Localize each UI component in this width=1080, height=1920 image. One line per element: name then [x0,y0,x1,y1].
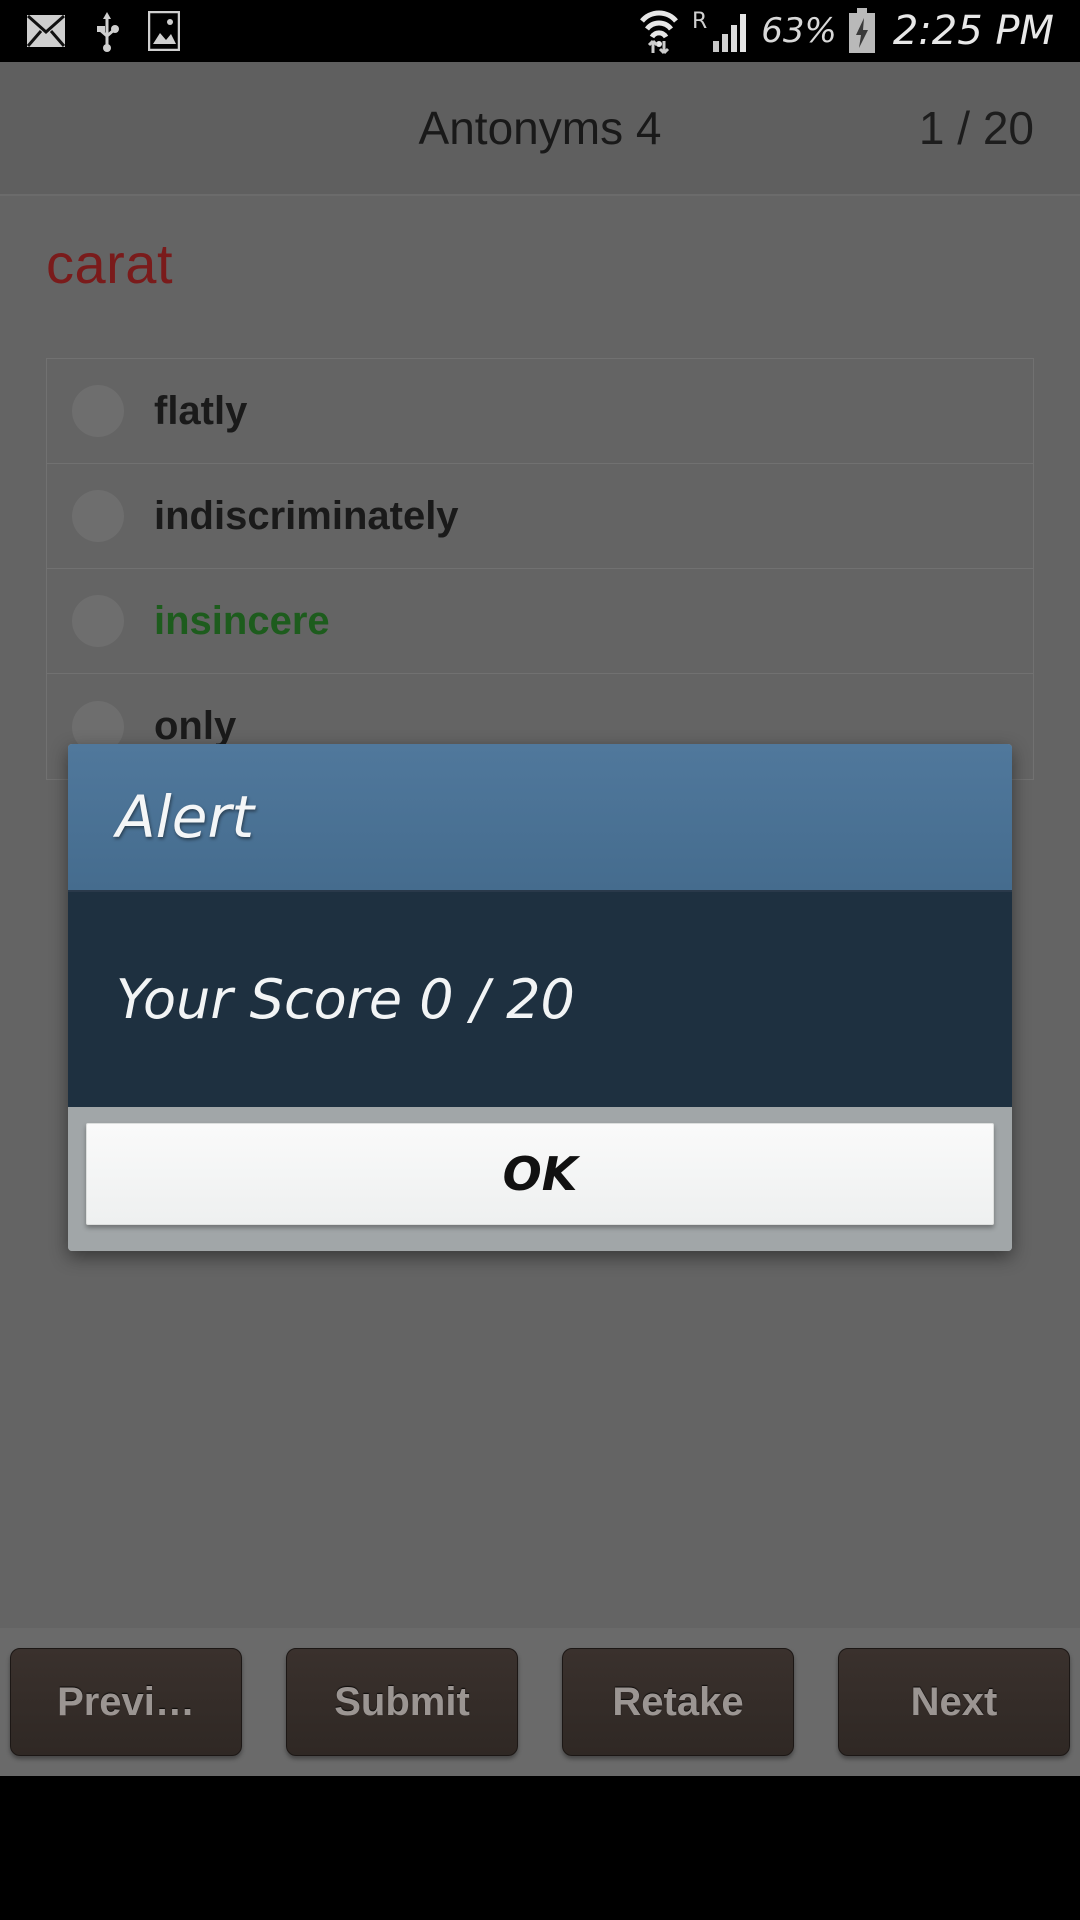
alert-dialog-footer: OK [68,1107,1012,1251]
submit-button[interactable]: Submit [286,1648,518,1756]
radio-button-icon[interactable] [72,595,124,647]
wifi-data-transfer-icon [636,7,682,55]
battery-charging-icon [847,8,877,54]
ok-button[interactable]: OK [86,1123,994,1225]
radio-button-icon[interactable] [72,385,124,437]
next-button[interactable]: Next [838,1648,1070,1756]
gallery-image-icon [148,11,180,51]
status-bar-left-icons [26,10,180,52]
status-bar-right-indicators: R 63% 2:25 PM [636,7,1054,55]
signal-bars-icon [711,9,751,53]
ok-button-label: OK [502,1147,578,1201]
alert-dialog-title: Alert [116,783,255,851]
retake-button[interactable]: Retake [562,1648,794,1756]
option-row-indiscriminately[interactable]: indiscriminately [47,464,1033,569]
alert-dialog-header: Alert [68,744,1012,892]
question-word: carat [46,232,173,295]
alert-dialog-message: Your Score 0 / 20 [116,968,575,1031]
option-label-correct: insincere [154,598,330,643]
question-progress-counter: 1 / 20 [918,102,1034,154]
option-label: flatly [154,388,248,433]
option-row-flatly[interactable]: flatly [47,359,1033,464]
usb-icon [94,10,120,52]
clock-label: 2:25 PM [892,8,1054,54]
option-row-insincere[interactable]: insincere [47,569,1033,674]
answer-options-list: flatly indiscriminately insincere only [46,358,1034,780]
radio-button-icon[interactable] [72,490,124,542]
alert-dialog-body: Your Score 0 / 20 [68,892,1012,1107]
system-navigation-area [0,1776,1080,1920]
status-bar: R 63% 2:25 PM [0,0,1080,62]
alert-dialog: Alert Your Score 0 / 20 OK [68,744,1012,1251]
battery-percent-label: 63% [761,11,837,51]
phone-screen: R 63% 2:25 PM Antonyms 4 1 / 20 carat fl… [0,0,1080,1920]
app-title-bar: Antonyms 4 1 / 20 [0,62,1080,196]
quiz-navigation-bar: Previ… Submit Retake Next [0,1628,1080,1776]
option-label: only [154,704,237,748]
roaming-indicator: R [691,9,708,34]
previous-button[interactable]: Previ… [10,1648,242,1756]
email-icon [26,14,66,48]
option-label: indiscriminately [154,493,459,538]
